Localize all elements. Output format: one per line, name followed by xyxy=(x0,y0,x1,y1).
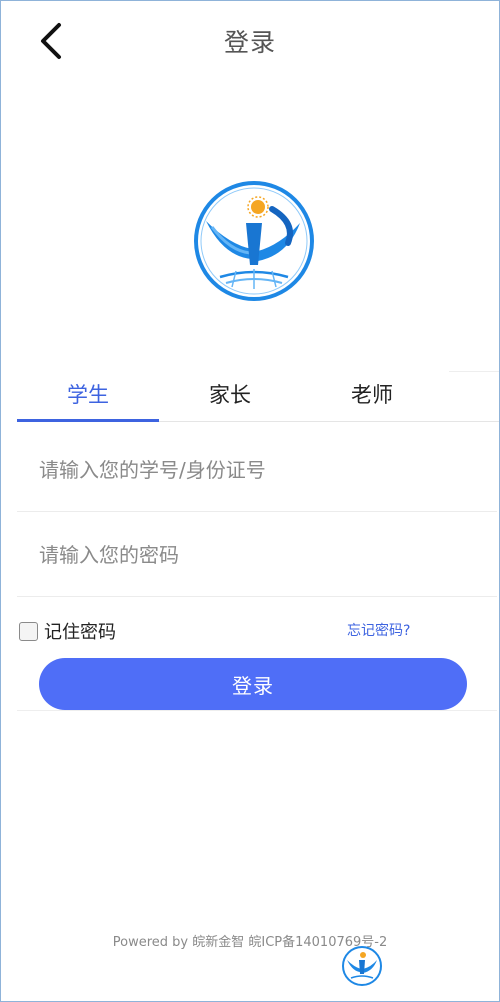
remember-label: 记住密码 xyxy=(44,622,116,643)
forgot-password-link[interactable]: 忘记密码? xyxy=(347,620,410,640)
active-tab-indicator xyxy=(17,419,159,422)
tab-teacher[interactable]: 老师 xyxy=(301,369,443,421)
remember-checkbox[interactable] xyxy=(19,621,38,641)
login-button[interactable]: 登录 xyxy=(39,658,467,710)
login-screen: 登录 学生 家长 老师 请输入您的学号/身份证号 记住密码 忘记密码? 登录 P… xyxy=(0,0,500,1002)
tab-parent[interactable]: 家长 xyxy=(159,369,301,421)
page-title: 登录 xyxy=(223,28,276,57)
footer-text: Powered by 皖新金智 皖ICP备14010769号-2 xyxy=(112,935,388,950)
tab-student[interactable]: 学生 xyxy=(17,369,159,421)
password-field xyxy=(17,512,497,598)
footer-logo-icon xyxy=(341,945,383,987)
account-field xyxy=(17,427,497,513)
role-tabs: 学生 家长 老师 xyxy=(17,369,499,423)
password-input[interactable] xyxy=(37,512,491,598)
app-logo xyxy=(192,179,316,303)
remember-password[interactable]: 记住密码 xyxy=(17,618,116,644)
header: 登录 xyxy=(1,1,499,81)
divider xyxy=(17,710,497,711)
account-input[interactable] xyxy=(37,427,491,513)
